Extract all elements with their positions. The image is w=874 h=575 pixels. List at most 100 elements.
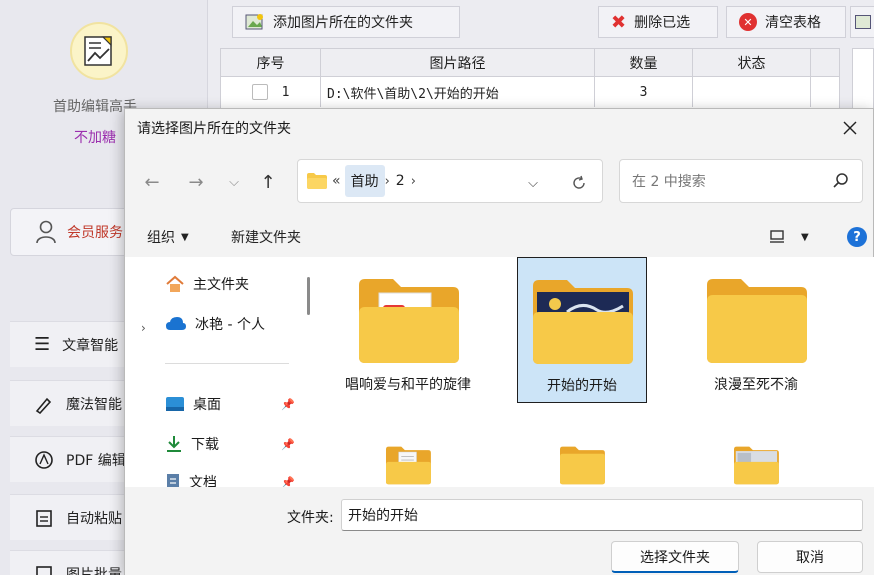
column-header-path[interactable]: 图片路径: [321, 49, 595, 76]
row-index: 1: [281, 84, 290, 100]
organize-menu[interactable]: 组织 ▼: [147, 219, 189, 255]
member-service-label: 会员服务: [67, 225, 123, 241]
row-checkbox[interactable]: [251, 84, 268, 100]
recent-locations-button[interactable]: ⌵: [221, 169, 247, 195]
folder-name-input[interactable]: [341, 499, 863, 531]
breadcrumb-shouzhu[interactable]: 首助: [344, 165, 385, 197]
folder-item[interactable]: 浪漫至死不渝: [691, 261, 821, 407]
dialog-title: 请选择图片所在的文件夹: [125, 109, 873, 147]
select-folder-button[interactable]: 选择文件夹: [611, 541, 739, 573]
chevron-down-icon: ⌵: [528, 175, 538, 191]
clear-icon: ✕: [739, 13, 757, 31]
column-header-count[interactable]: 数量: [595, 49, 693, 76]
row-index-cell: 1: [221, 77, 321, 107]
pdf-icon: [35, 450, 53, 469]
folder-item[interactable]: [691, 435, 821, 487]
folder-name: 浪漫至死不渝: [714, 377, 798, 393]
cloud-icon: [166, 317, 186, 330]
expand-chevron-icon[interactable]: ›: [141, 315, 146, 341]
arrow-up-icon: ↑: [260, 171, 276, 193]
row-path: D:\软件\首助\2\开始的开始: [321, 77, 595, 107]
delete-selected-button[interactable]: ✖ 删除已选: [598, 6, 718, 38]
nav-item-desktop[interactable]: 桌面: [165, 391, 221, 417]
table-header: 序号 图片路径 数量 状态: [221, 49, 839, 77]
folder-item[interactable]: P 唱响爱与和平的旋律: [343, 261, 473, 407]
folder-item-selected[interactable]: 开始的开始: [517, 257, 647, 403]
caret-down-icon: ▼: [801, 231, 809, 243]
export-button[interactable]: [850, 6, 874, 38]
nav-scrollbar[interactable]: [307, 277, 310, 315]
menu-item-label: 图片批量: [66, 566, 122, 575]
row-status: [693, 77, 811, 107]
navigation-bar: ← → ⌵ ↑ « 首助 › 2 › ⌵ 在 2 中搜索: [125, 159, 873, 203]
back-button[interactable]: ←: [139, 169, 165, 195]
dialog-close-button[interactable]: [827, 109, 873, 147]
address-bar[interactable]: « 首助 › 2 › ⌵: [297, 159, 603, 203]
up-button[interactable]: ↑: [255, 169, 281, 195]
arrow-left-icon: ←: [144, 171, 160, 193]
folder-icon: [560, 446, 605, 485]
folder-with-file-icon: P: [359, 279, 459, 363]
chevron-down-icon: ⌵: [229, 174, 239, 190]
search-icon: [833, 173, 848, 188]
folder-item[interactable]: [517, 435, 647, 487]
row-count: 3: [595, 77, 693, 107]
nav-item-label: 主文件夹: [193, 277, 249, 293]
delete-selected-label: 删除已选: [634, 15, 691, 31]
caret-down-icon: ▼: [181, 231, 189, 243]
folder-item[interactable]: [343, 435, 473, 487]
folder-with-photo-icon: [734, 446, 779, 485]
clear-table-label: 清空表格: [765, 15, 821, 31]
folder-with-photo-icon: [533, 280, 633, 364]
delete-x-icon: ✖: [611, 11, 627, 33]
export-icon: [855, 15, 871, 29]
dialog-footer: 文件夹: 选择文件夹 取消: [125, 487, 874, 575]
column-header-index[interactable]: 序号: [221, 49, 321, 76]
folder-with-document-icon: [386, 446, 431, 485]
row-extra: [811, 77, 839, 107]
breadcrumb-2[interactable]: 2: [390, 165, 411, 197]
folder-icon: [707, 279, 807, 363]
search-box[interactable]: 在 2 中搜索: [619, 159, 863, 203]
table-row[interactable]: 1 D:\软件\首助\2\开始的开始 3: [221, 77, 839, 107]
refresh-button[interactable]: [566, 170, 592, 196]
nav-item-label: 冰艳 - 个人: [195, 317, 265, 333]
clipboard-icon: [36, 509, 52, 527]
cancel-button[interactable]: 取消: [757, 541, 863, 573]
address-dropdown-button[interactable]: ⌵: [520, 170, 546, 196]
nav-item-label: 下载: [191, 437, 219, 453]
app-logo-icon: [70, 22, 128, 80]
add-folder-button[interactable]: 添加图片所在的文件夹: [232, 6, 460, 38]
breadcrumb-overflow[interactable]: «: [328, 165, 345, 197]
pin-icon[interactable]: 📌: [281, 431, 295, 457]
browser-pane: 主文件夹 › 冰艳 - 个人 桌面 📌 下载 📌 文档 📌 唱响爱与和平的旋律 …: [125, 257, 874, 491]
help-button[interactable]: ?: [847, 219, 867, 255]
desktop-icon: [166, 397, 184, 411]
nav-item-onedrive[interactable]: 冰艳 - 个人: [165, 311, 265, 337]
breadcrumb-separator-icon: ›: [410, 173, 416, 189]
home-icon: [166, 275, 184, 292]
view-icon: [770, 230, 784, 243]
new-folder-button[interactable]: 新建文件夹: [231, 219, 301, 255]
file-list: P 唱响爱与和平的旋律 开始的开始: [321, 257, 874, 487]
folder-name: 唱响爱与和平的旋律: [345, 377, 471, 393]
column-header-extra: [811, 49, 839, 76]
forward-button[interactable]: →: [183, 169, 209, 195]
folder-icon: [307, 173, 327, 189]
nav-item-home[interactable]: 主文件夹: [165, 271, 249, 297]
navigation-pane: 主文件夹 › 冰艳 - 个人 桌面 📌 下载 📌 文档 📌: [125, 257, 299, 491]
download-icon: [167, 436, 181, 452]
menu-item-label: 魔法智能: [66, 396, 122, 413]
image-icon: [36, 565, 52, 575]
nav-item-label: 桌面: [193, 397, 221, 413]
nav-item-downloads[interactable]: 下载: [165, 431, 219, 457]
view-options-button[interactable]: ▼: [769, 219, 809, 255]
pin-icon[interactable]: 📌: [281, 391, 295, 417]
arrow-right-icon: →: [188, 171, 204, 193]
column-header-status[interactable]: 状态: [693, 49, 811, 76]
clear-table-button[interactable]: ✕ 清空表格: [726, 6, 846, 38]
folder-name: 开始的开始: [547, 378, 617, 394]
user-icon: [36, 220, 56, 244]
app-toolbar: 添加图片所在的文件夹 ✖ 删除已选 ✕ 清空表格: [214, 0, 874, 44]
new-folder-label: 新建文件夹: [231, 230, 301, 246]
